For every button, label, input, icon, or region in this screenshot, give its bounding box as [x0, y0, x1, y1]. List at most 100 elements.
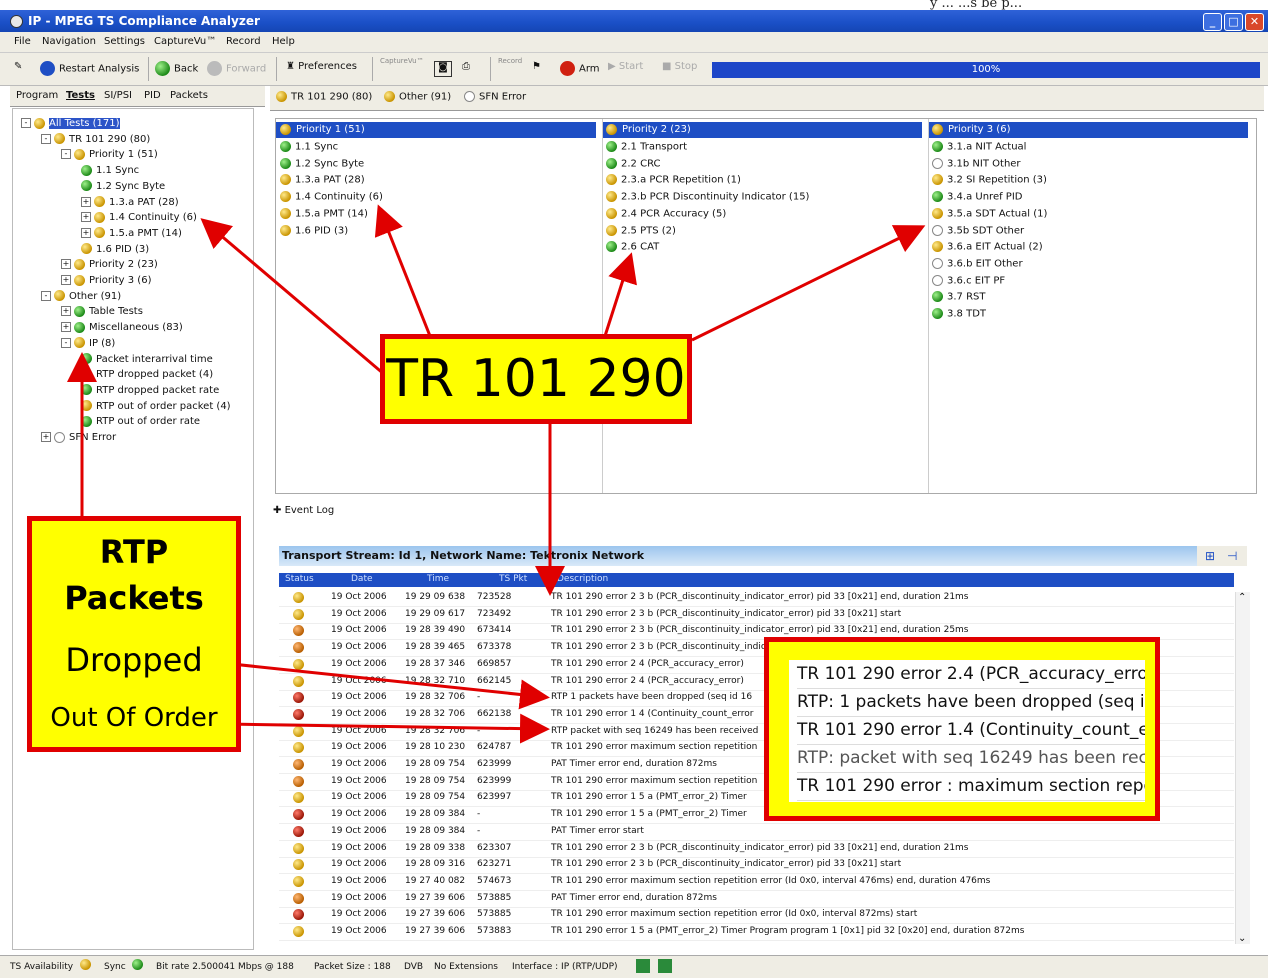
- expand-icon[interactable]: +: [61, 306, 71, 317]
- tree-node[interactable]: - All Tests (171): [21, 117, 120, 131]
- collapse-icon[interactable]: -: [61, 149, 71, 160]
- priority-test-item[interactable]: 2.5 PTS (2): [606, 224, 676, 236]
- priority-column-header[interactable]: Priority 2 (23): [602, 122, 922, 138]
- minimize-button[interactable]: _: [1203, 13, 1222, 31]
- tree-node[interactable]: RTP out of order packet (4): [81, 400, 231, 414]
- col-date[interactable]: Date: [351, 574, 373, 584]
- priority-test-item[interactable]: 3.1b NIT Other: [932, 157, 1021, 169]
- expand-icon[interactable]: +: [41, 432, 51, 442]
- expand-icon[interactable]: +: [61, 275, 71, 285]
- expand-icon[interactable]: +: [81, 227, 91, 238]
- start-button[interactable]: ▶ Start: [608, 61, 643, 72]
- tree-node[interactable]: RTP dropped packet (4): [81, 368, 213, 382]
- table-row[interactable]: 19 Oct 2006 19 27 39 606 573885 TR 101 290 …: [279, 906, 1234, 925]
- table-row[interactable]: 19 Oct 2006 19 27 40 082 574673 TR 101 290 …: [279, 873, 1234, 891]
- back-button[interactable]: Back: [155, 61, 198, 76]
- table-row[interactable]: 19 Oct 2006 19 27 39 606 573885 PAT Timer e…: [279, 890, 1234, 908]
- tree-node[interactable]: RTP out of order rate: [81, 415, 200, 429]
- export-icon[interactable]: ⊞: [1205, 549, 1215, 563]
- menu-record[interactable]: Record: [226, 36, 261, 47]
- priority-test-item[interactable]: 3.6.b EIT Other: [932, 257, 1023, 269]
- tree-node[interactable]: + Table Tests: [61, 305, 143, 319]
- restart-analysis-button[interactable]: Restart Analysis: [40, 61, 139, 76]
- tab-pid[interactable]: PID: [144, 90, 161, 101]
- priority-test-item[interactable]: 1.4 Continuity (6): [280, 191, 383, 203]
- priority-test-item[interactable]: 1.3.a PAT (28): [280, 174, 365, 186]
- tree-node[interactable]: 1.6 PID (3): [81, 243, 149, 257]
- priority-test-item[interactable]: 1.1 Sync: [280, 141, 338, 153]
- tree-node[interactable]: - TR 101 290 (80): [41, 133, 150, 147]
- priority-test-item[interactable]: 2.1 Transport: [606, 141, 687, 153]
- arm-button[interactable]: Arm: [560, 61, 600, 76]
- table-row[interactable]: 19 Oct 2006 19 28 09 316 623271 TR 101 290 …: [279, 856, 1234, 875]
- col-ts-pkt[interactable]: TS Pkt: [499, 574, 527, 584]
- tab-packets[interactable]: Packets: [170, 90, 208, 101]
- tab-other-91-[interactable]: Other (91): [384, 91, 451, 103]
- tab-tr-101-290-80-[interactable]: TR 101 290 (80): [276, 91, 372, 103]
- priority-test-item[interactable]: 3.5.a SDT Actual (1): [932, 207, 1047, 219]
- priority-test-item[interactable]: 2.6 CAT: [606, 241, 659, 253]
- tree-node[interactable]: + Miscellaneous (83): [61, 321, 183, 335]
- menu-navigation[interactable]: Navigation: [42, 36, 96, 47]
- tree-node[interactable]: 1.2 Sync Byte: [81, 180, 165, 194]
- col-time[interactable]: Time: [427, 574, 449, 584]
- tree-node[interactable]: + SFN Error: [41, 431, 116, 445]
- collapse-icon[interactable]: -: [21, 118, 31, 128]
- tab-program[interactable]: Program: [16, 90, 58, 101]
- tab-event-log[interactable]: ✚ Event Log: [273, 505, 353, 525]
- table-row[interactable]: 19 Oct 2006 19 28 09 384- PAT Timer error …: [279, 823, 1234, 841]
- priority-column-header[interactable]: Priority 3 (6): [928, 122, 1248, 138]
- priority-test-item[interactable]: 1.2 Sync Byte: [280, 157, 364, 169]
- priority-test-item[interactable]: 2.3.b PCR Discontinuity Indicator (15): [606, 191, 809, 203]
- expand-icon[interactable]: +: [61, 322, 71, 333]
- tree-node[interactable]: +1.3.a PAT (28): [81, 196, 179, 210]
- tree-node[interactable]: - Priority 1 (51): [61, 148, 158, 162]
- priority-test-item[interactable]: 2.4 PCR Accuracy (5): [606, 207, 726, 219]
- menu-settings[interactable]: Settings: [104, 36, 145, 47]
- priority-test-item[interactable]: 3.1.a NIT Actual: [932, 141, 1026, 153]
- table-row[interactable]: 19 Oct 2006 19 29 09 638 723528 TR 101 290 …: [279, 589, 1234, 607]
- record-icon[interactable]: ⚑: [532, 61, 541, 72]
- expand-icon[interactable]: +: [81, 196, 91, 207]
- tree-node[interactable]: + Priority 2 (23): [61, 258, 158, 272]
- menu-file[interactable]: File: [14, 36, 31, 47]
- priority-test-item[interactable]: 3.5b SDT Other: [932, 224, 1024, 236]
- tree-node[interactable]: - IP (8): [61, 337, 115, 351]
- priority-test-item[interactable]: 3.8 TDT: [932, 308, 986, 320]
- table-row[interactable]: 19 Oct 2006 19 28 09 338 623307 TR 101 290 …: [279, 840, 1234, 858]
- priority-test-item[interactable]: 3.6.c EIT PF: [932, 274, 1005, 286]
- priority-test-item[interactable]: 3.2 SI Repetition (3): [932, 174, 1047, 186]
- collapse-icon[interactable]: -: [61, 337, 71, 348]
- camera-icon[interactable]: ◙: [434, 61, 452, 77]
- tree-node[interactable]: Packet interarrival time: [81, 353, 213, 367]
- tree-node[interactable]: +1.4 Continuity (6): [81, 211, 197, 225]
- priority-test-item[interactable]: 1.6 PID (3): [280, 224, 348, 236]
- menu-capturevu[interactable]: CaptureVu™: [154, 36, 216, 47]
- tab-si-psi[interactable]: SI/PSI: [104, 90, 132, 101]
- priority-test-item[interactable]: 2.2 CRC: [606, 157, 661, 169]
- tree-node[interactable]: +1.5.a PMT (14): [81, 227, 182, 241]
- maximize-button[interactable]: □: [1224, 13, 1243, 31]
- forward-button[interactable]: Forward: [207, 61, 266, 76]
- close-button[interactable]: ✕: [1245, 13, 1264, 31]
- expand-icon[interactable]: +: [61, 259, 71, 270]
- tree-node[interactable]: RTP dropped packet rate: [81, 384, 219, 398]
- expand-icon[interactable]: +: [81, 212, 91, 223]
- col-status[interactable]: Status: [285, 574, 314, 584]
- table-row[interactable]: 19 Oct 2006 19 29 09 617 723492 TR 101 290 …: [279, 606, 1234, 624]
- priority-test-item[interactable]: 1.5.a PMT (14): [280, 207, 368, 219]
- tree-node[interactable]: + Priority 3 (6): [61, 274, 151, 288]
- priority-column-header[interactable]: Priority 1 (51): [276, 122, 596, 138]
- priority-test-item[interactable]: 3.7 RST: [932, 291, 986, 303]
- menu-help[interactable]: Help: [272, 36, 295, 47]
- tree-node[interactable]: - Other (91): [41, 290, 121, 304]
- collapse-icon[interactable]: -: [41, 133, 51, 144]
- col-description[interactable]: Description: [557, 574, 608, 584]
- preferences-button[interactable]: ♜ Preferences: [286, 61, 357, 72]
- priority-test-item[interactable]: 2.3.a PCR Repetition (1): [606, 174, 741, 186]
- priority-test-item[interactable]: 3.4.a Unref PID: [932, 191, 1022, 203]
- pin-panel-icon[interactable]: ⊣: [1227, 549, 1237, 563]
- snapshot-icon[interactable]: ⎙: [462, 61, 470, 72]
- tab-sfn-error[interactable]: SFN Error: [464, 91, 526, 103]
- stop-button[interactable]: ■ Stop: [662, 61, 697, 72]
